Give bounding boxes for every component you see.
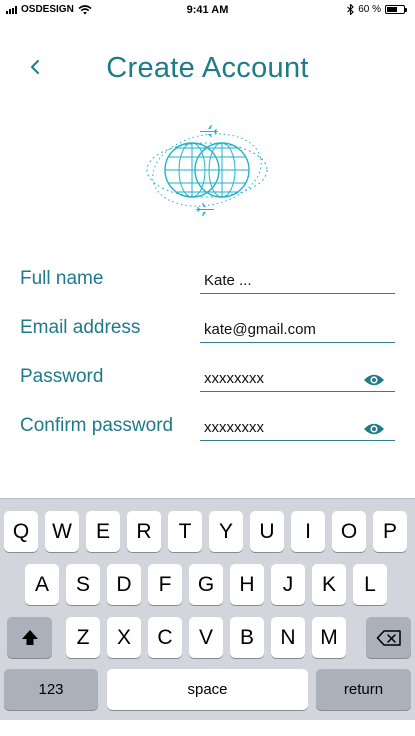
full-name-input[interactable]: Kate ... <box>200 263 395 294</box>
key-t[interactable]: T <box>168 511 202 552</box>
key-m[interactable]: M <box>312 617 346 658</box>
key-f[interactable]: F <box>148 564 182 605</box>
password-row: Password xxxxxxxx <box>20 360 395 392</box>
password-input[interactable]: xxxxxxxx <box>200 361 395 392</box>
confirm-password-row: Confirm password xxxxxxxx <box>20 409 395 441</box>
home-indicator-area <box>0 720 415 736</box>
key-p[interactable]: P <box>373 511 407 552</box>
confirm-password-input[interactable]: xxxxxxxx <box>200 410 395 441</box>
battery-text: 60 % <box>358 4 381 15</box>
bluetooth-icon <box>347 4 354 15</box>
key-k[interactable]: K <box>312 564 346 605</box>
key-h[interactable]: H <box>230 564 264 605</box>
key-u[interactable]: U <box>250 511 284 552</box>
email-row: Email address kate@gmail.com <box>20 311 395 343</box>
key-o[interactable]: O <box>332 511 366 552</box>
key-d[interactable]: D <box>107 564 141 605</box>
eye-icon[interactable] <box>363 422 385 436</box>
status-right: 60 % <box>347 4 407 15</box>
backspace-icon <box>376 629 401 646</box>
globe-with-planes-logo <box>146 125 268 216</box>
key-s[interactable]: S <box>66 564 100 605</box>
key-x[interactable]: X <box>107 617 141 658</box>
space-key[interactable]: space <box>107 669 308 710</box>
key-b[interactable]: B <box>230 617 264 658</box>
key-w[interactable]: W <box>45 511 79 552</box>
key-n[interactable]: N <box>271 617 305 658</box>
email-value: kate@gmail.com <box>204 321 316 338</box>
confirm-password-label: Confirm password <box>20 415 174 436</box>
full-name-value: Kate ... <box>204 272 252 289</box>
delete-key[interactable] <box>366 617 411 658</box>
key-e[interactable]: E <box>86 511 120 552</box>
key-v[interactable]: V <box>189 617 223 658</box>
shift-icon <box>21 629 38 645</box>
keyboard: 123 space return QWERTYUIOP ASDFGHJKL ZXCV… <box>0 498 415 721</box>
key-l[interactable]: L <box>353 564 387 605</box>
key-z[interactable]: Z <box>66 617 100 658</box>
eye-icon[interactable] <box>363 373 385 387</box>
shift-key[interactable] <box>7 617 52 658</box>
key-i[interactable]: I <box>291 511 325 552</box>
key-g[interactable]: G <box>189 564 223 605</box>
password-label: Password <box>20 366 104 387</box>
return-key[interactable]: return <box>316 669 411 710</box>
page-title: Create Account <box>106 52 309 84</box>
status-bar: OSDESIGN 9:41 AM 60 % <box>0 0 415 20</box>
email-label: Email address <box>20 317 141 338</box>
confirm-password-value: xxxxxxxx <box>204 419 264 436</box>
key-y[interactable]: Y <box>209 511 243 552</box>
email-input[interactable]: kate@gmail.com <box>200 312 395 343</box>
key-c[interactable]: C <box>148 617 182 658</box>
full-name-label: Full name <box>20 268 104 289</box>
battery-icon <box>385 5 407 14</box>
password-value: xxxxxxxx <box>204 370 264 387</box>
full-name-row: Full name Kate ... <box>20 262 395 294</box>
numbers-key[interactable]: 123 <box>4 669 98 710</box>
key-q[interactable]: Q <box>4 511 38 552</box>
key-j[interactable]: J <box>271 564 305 605</box>
key-a[interactable]: A <box>25 564 59 605</box>
key-r[interactable]: R <box>127 511 161 552</box>
